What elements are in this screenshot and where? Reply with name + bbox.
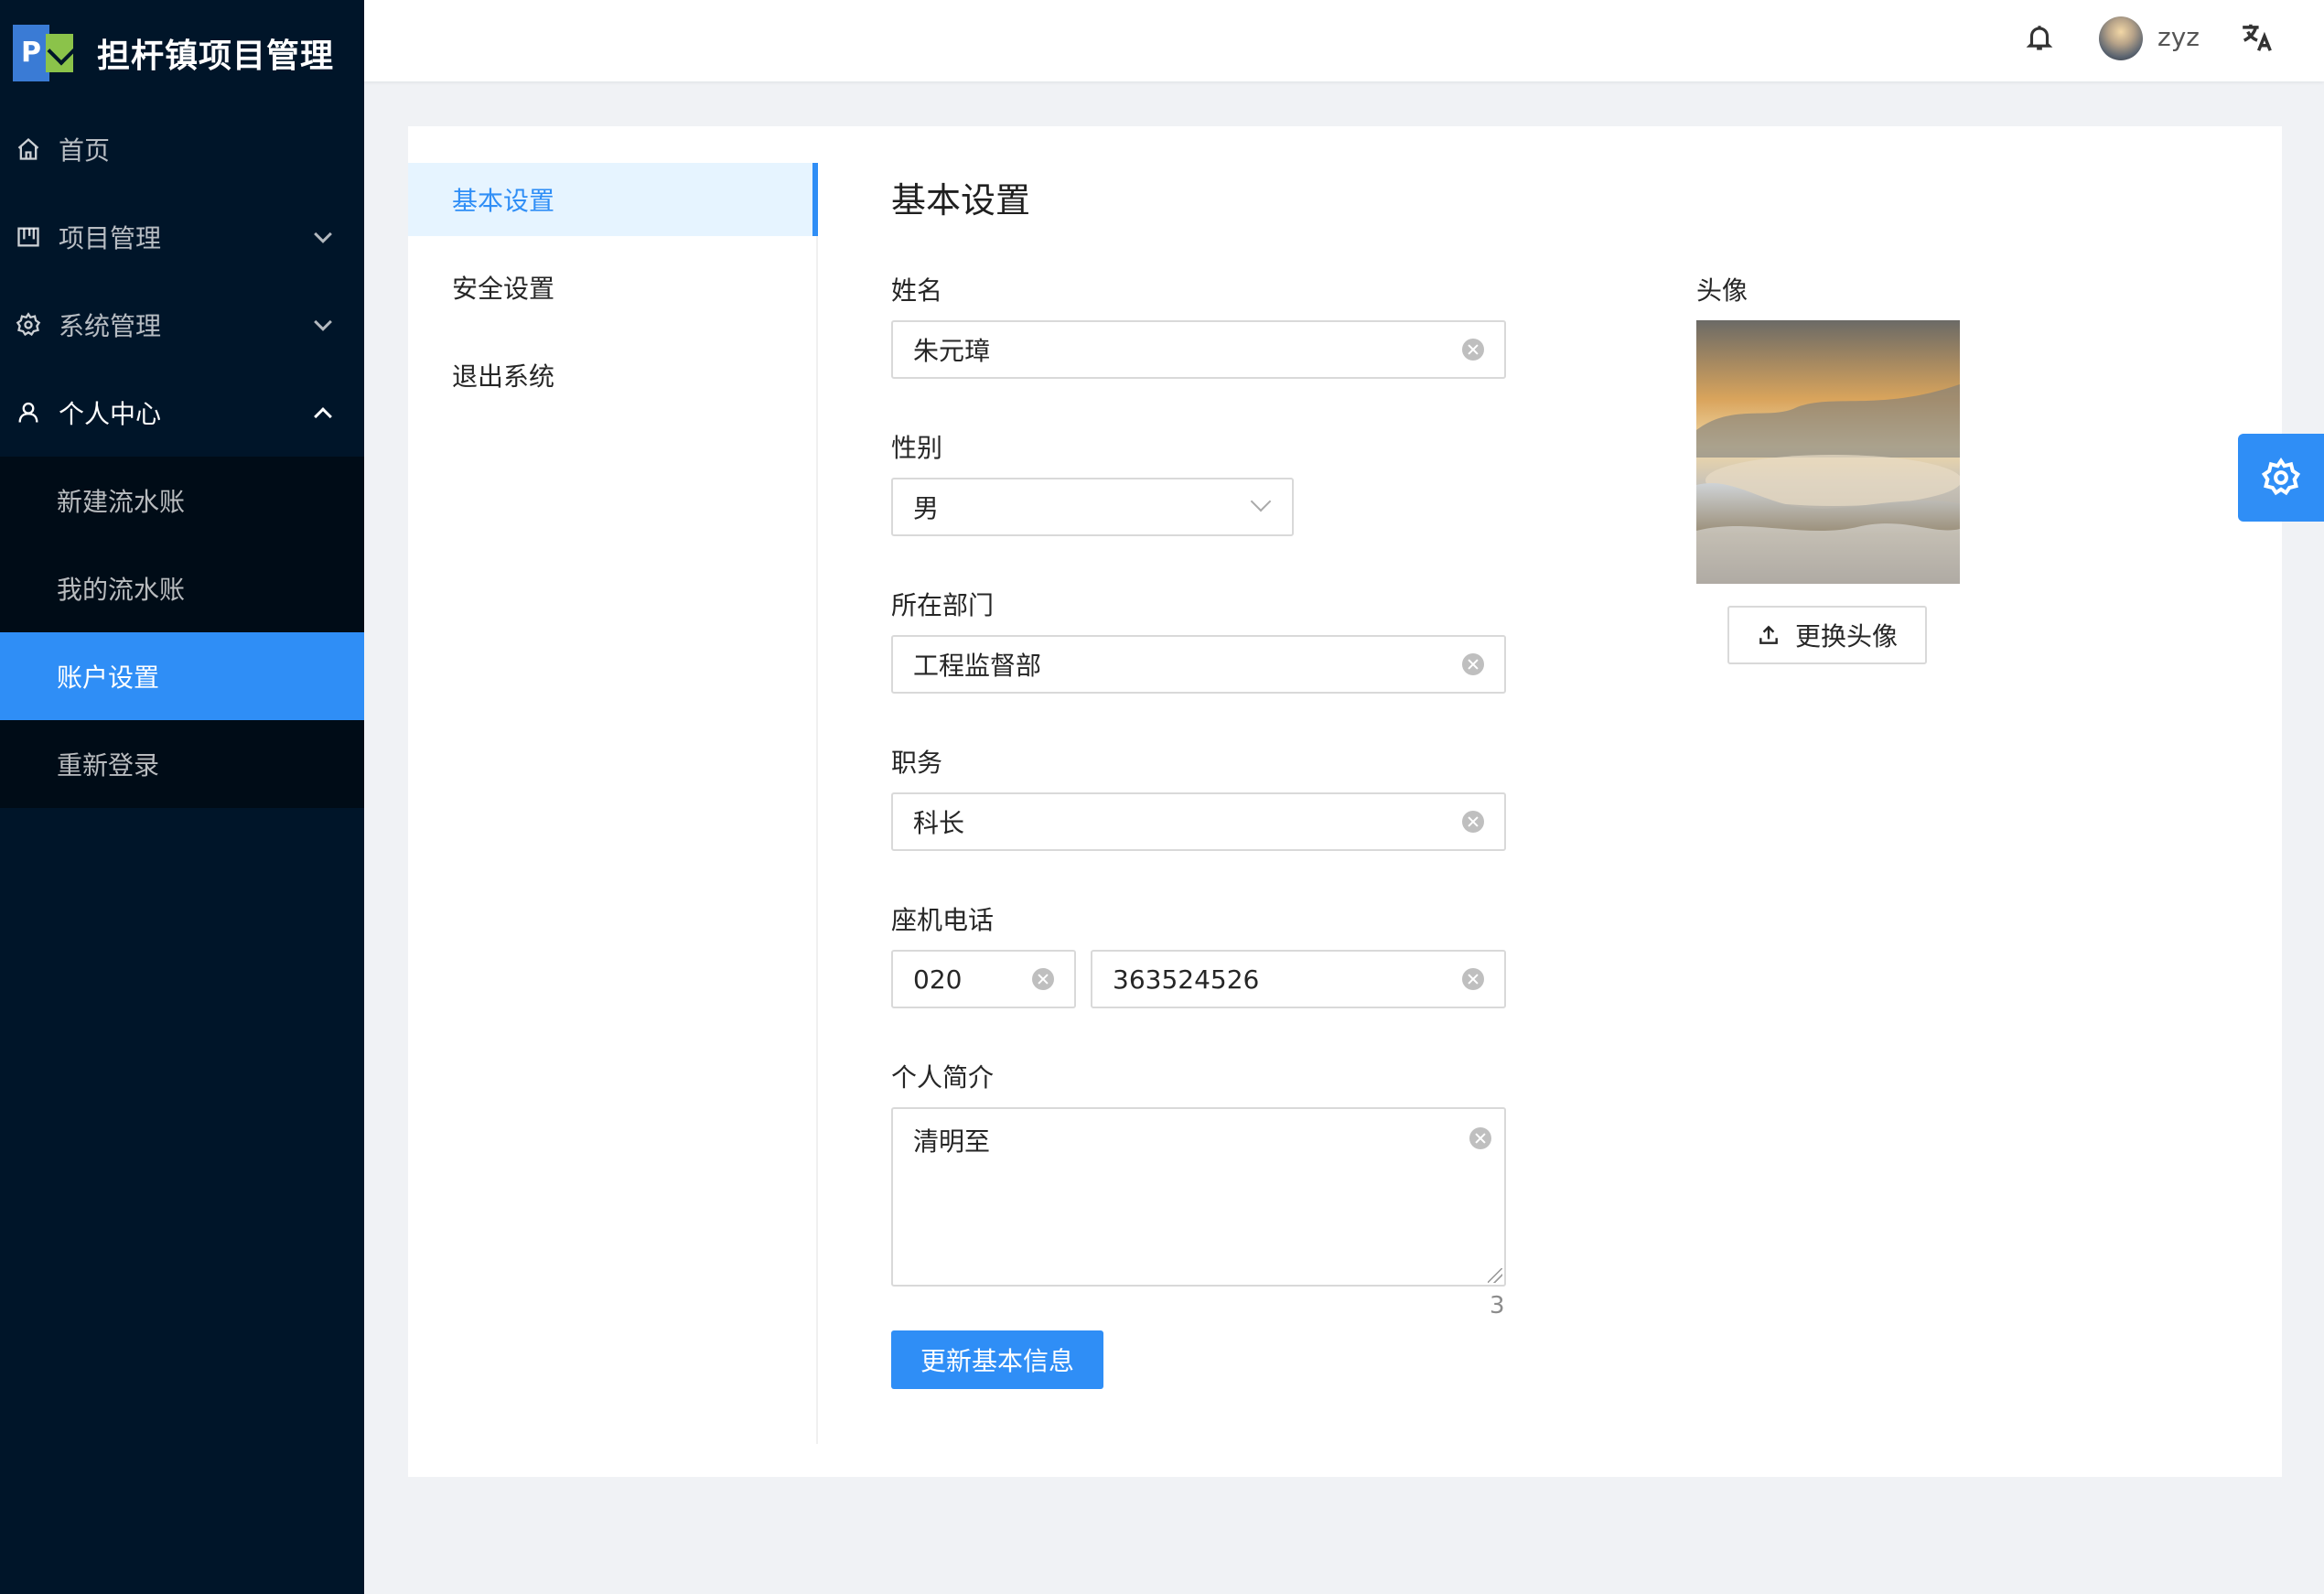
sidebar-item-label: 个人中心 [59, 399, 162, 429]
logo-icon: P [13, 24, 73, 81]
settings-menu-logout[interactable]: 退出系统 [408, 339, 816, 412]
clear-icon[interactable] [1462, 968, 1484, 990]
clear-icon[interactable] [1462, 811, 1484, 833]
department-input[interactable]: 工程监督部 [891, 635, 1506, 694]
gear-icon [2261, 458, 2301, 496]
chevron-up-icon [314, 407, 332, 425]
floating-settings-button[interactable] [2238, 434, 2324, 522]
logo[interactable]: P 担杆镇项目管理 [0, 0, 364, 105]
phone-number-value: 363524526 [1113, 964, 1260, 995]
avatar-image [1696, 320, 1960, 584]
username[interactable]: zyz [2157, 22, 2200, 52]
sidebar-item-label: 项目管理 [59, 223, 162, 253]
sidebar-item-system[interactable]: 系统管理 [0, 281, 364, 369]
sidebar-item-my-ledger[interactable]: 我的流水账 [0, 544, 364, 632]
chevron-down-icon [1250, 490, 1272, 512]
position-input[interactable]: 科长 [891, 792, 1506, 851]
phone-number-input[interactable]: 363524526 [1091, 950, 1506, 1008]
sidebar-item-personal[interactable]: 个人中心 [0, 369, 364, 457]
phone-label: 座机电话 [891, 905, 995, 935]
sidebar-item-project[interactable]: 项目管理 [0, 193, 364, 281]
upload-icon [1759, 625, 1778, 644]
bio-label: 个人简介 [891, 1062, 995, 1093]
settings-card: 基本设置 安全设置 退出系统 基本设置 姓名 朱元璋 性别 男 所在部门 工程监… [408, 126, 2282, 1477]
gender-label: 性别 [891, 433, 943, 463]
sidebar-item-account-settings[interactable]: 账户设置 [0, 632, 364, 720]
phone-area-value: 020 [913, 964, 963, 995]
bell-icon[interactable] [2024, 22, 2060, 59]
personal-center-submenu: 新建流水账 我的流水账 账户设置 重新登录 [0, 457, 364, 808]
position-label: 职务 [891, 748, 943, 778]
sidebar-item-label: 首页 [59, 135, 111, 166]
clear-icon[interactable] [1032, 968, 1054, 990]
change-avatar-label: 更换头像 [1794, 621, 1898, 652]
gender-value: 男 [913, 493, 940, 523]
gender-select[interactable]: 男 [891, 478, 1294, 536]
position-value: 科长 [913, 808, 965, 838]
user-icon [15, 399, 42, 426]
home-icon [15, 135, 42, 163]
app-title: 担杆镇项目管理 [97, 37, 335, 75]
sidebar-item-label: 系统管理 [59, 311, 162, 341]
bio-value: 清明至 [913, 1126, 991, 1157]
gear-icon [15, 311, 42, 339]
translate-icon[interactable] [2240, 20, 2280, 60]
name-value: 朱元璋 [913, 336, 991, 366]
clear-icon[interactable] [1462, 653, 1484, 675]
change-avatar-button[interactable]: 更换头像 [1727, 606, 1927, 664]
resize-handle[interactable] [1488, 1268, 1502, 1283]
clear-icon[interactable] [1462, 339, 1484, 361]
settings-menu: 基本设置 安全设置 退出系统 [408, 163, 818, 1444]
name-input[interactable]: 朱元璋 [891, 320, 1506, 379]
top-header: zyz [364, 0, 2324, 81]
sidebar-item-new-ledger[interactable]: 新建流水账 [0, 457, 364, 544]
avatar-label: 头像 [1696, 275, 1748, 306]
sidebar-item-relogin[interactable]: 重新登录 [0, 720, 364, 808]
name-label: 姓名 [891, 275, 943, 306]
project-icon [15, 223, 42, 251]
bio-char-count: 3 [1490, 1292, 1505, 1319]
page-title: 基本设置 [891, 180, 1031, 221]
department-value: 工程监督部 [913, 651, 1042, 681]
chevron-down-icon [314, 313, 332, 331]
department-label: 所在部门 [891, 590, 995, 620]
settings-menu-basic[interactable]: 基本设置 [408, 163, 818, 236]
update-info-button[interactable]: 更新基本信息 [891, 1330, 1103, 1389]
sidebar: P 担杆镇项目管理 首页 项目管理 系统管理 个人中心 新建流水账 我的流水账 … [0, 0, 364, 1594]
settings-menu-security[interactable]: 安全设置 [408, 251, 816, 324]
bio-textarea[interactable]: 清明至 [891, 1107, 1506, 1287]
chevron-down-icon [314, 225, 332, 243]
sidebar-menu: 首页 项目管理 系统管理 个人中心 [0, 105, 364, 457]
sidebar-item-home[interactable]: 首页 [0, 105, 364, 193]
phone-area-input[interactable]: 020 [891, 950, 1076, 1008]
avatar[interactable] [2099, 16, 2143, 60]
clear-icon[interactable] [1469, 1127, 1491, 1149]
